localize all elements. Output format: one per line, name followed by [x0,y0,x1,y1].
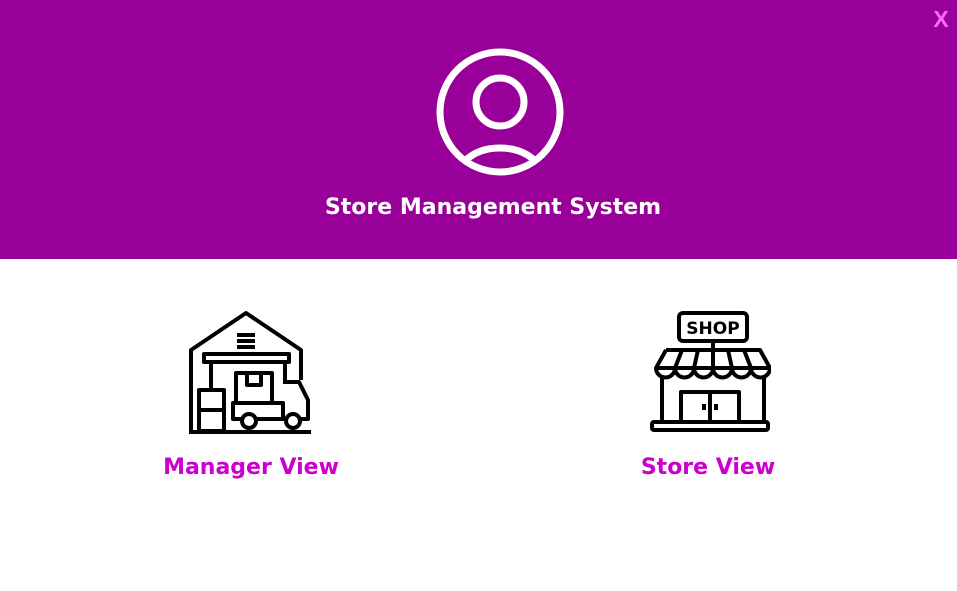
warehouse-truck-icon [188,311,311,434]
store-view-option[interactable]: SHOP Store View [588,310,828,490]
app-title: Store Management System [324,195,662,220]
svg-text:SHOP: SHOP [686,319,739,339]
shop-storefront-icon: SHOP [649,311,771,432]
manager-view-option[interactable]: Manager View [131,310,371,490]
manager-view-label: Manager View [163,455,339,480]
header-banner: X Store Management System [0,0,957,259]
user-circle-icon [436,48,564,176]
store-view-label: Store View [640,455,776,480]
close-button[interactable]: X [929,5,953,33]
